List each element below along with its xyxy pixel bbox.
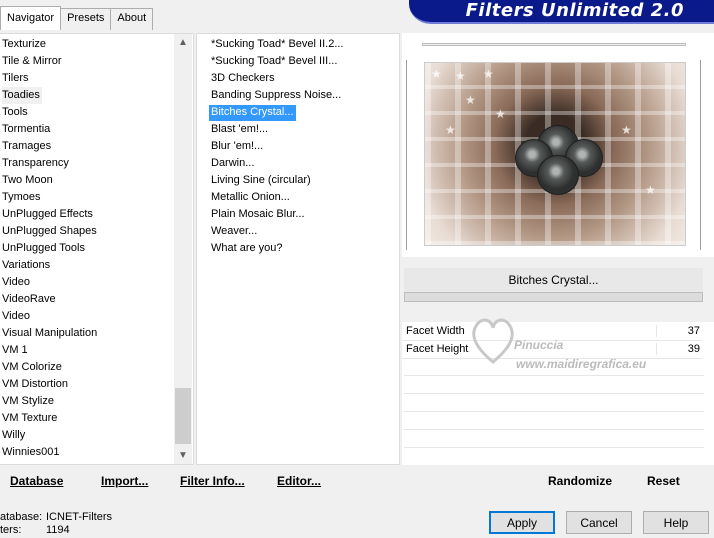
filter-item[interactable]: Weaver... xyxy=(209,224,259,240)
category-item[interactable]: VM Colorize xyxy=(2,359,64,376)
status-database: atabase: ICNET-Filters xyxy=(0,511,112,523)
star-icon: ★ xyxy=(455,69,466,83)
param-divider xyxy=(404,429,704,430)
param-divider xyxy=(404,393,704,394)
param-value[interactable]: 39 xyxy=(656,343,702,355)
disc-shape xyxy=(537,155,579,195)
category-item[interactable]: Willy xyxy=(2,427,27,444)
filter-item[interactable]: Plain Mosaic Blur... xyxy=(209,207,307,223)
filter-item[interactable]: What are you? xyxy=(209,241,285,257)
watermark-url: www.maidiregrafica.eu xyxy=(516,357,647,371)
category-item[interactable]: Winnies001 xyxy=(2,444,61,461)
category-item[interactable]: Texturize xyxy=(2,36,48,53)
reset-button[interactable]: Reset xyxy=(647,474,680,488)
scroll-up-icon[interactable]: ▲ xyxy=(174,34,192,51)
category-item[interactable]: VM Stylize xyxy=(2,393,56,410)
status-filters: ters: 1194 xyxy=(0,524,70,536)
param-divider xyxy=(404,411,704,412)
param-label: Facet Height xyxy=(406,343,469,355)
tab-navigator[interactable]: Navigator xyxy=(0,6,62,30)
watermark-name: Pinuccia xyxy=(514,338,564,352)
bottom-toolbar: Database Import... Filter Info... Editor… xyxy=(0,466,714,494)
category-scrollbar[interactable]: ▲ ▼ xyxy=(174,34,192,464)
category-item[interactable]: VideoRave xyxy=(2,291,58,308)
import-button[interactable]: Import... xyxy=(101,474,148,488)
param-label: Facet Width xyxy=(406,325,465,337)
help-button[interactable]: Help xyxy=(643,511,709,534)
star-icon: ★ xyxy=(465,93,476,107)
category-item[interactable]: Tilers xyxy=(2,70,30,87)
category-item[interactable]: UnPlugged Tools xyxy=(2,240,87,257)
category-item[interactable]: Visual Manipulation xyxy=(2,325,99,342)
status-database-label: atabase: xyxy=(0,511,43,523)
category-item[interactable]: Tile & Mirror xyxy=(2,53,63,70)
filter-item[interactable]: Darwin... xyxy=(209,156,256,172)
star-icon: ★ xyxy=(483,67,494,81)
filter-item[interactable]: *Sucking Toad* Bevel II.2... xyxy=(209,37,346,53)
cancel-button[interactable]: Cancel xyxy=(566,511,632,534)
filter-item[interactable]: Blast 'em!... xyxy=(209,122,270,138)
filter-item[interactable]: Living Sine (circular) xyxy=(209,173,313,189)
category-item[interactable]: Tools xyxy=(2,104,30,121)
tab-presets[interactable]: Presets xyxy=(60,8,112,30)
category-item[interactable]: VM Distortion xyxy=(2,376,70,393)
star-icon: ★ xyxy=(445,123,456,137)
filter-name-bar xyxy=(404,292,703,302)
status-filters-value: 1194 xyxy=(46,524,70,536)
title-banner: Filters Unlimited 2.0 xyxy=(409,0,714,24)
filter-item[interactable]: *Sucking Toad* Bevel III... xyxy=(209,54,339,70)
scroll-thumb[interactable] xyxy=(175,388,191,444)
star-icon: ★ xyxy=(645,183,656,197)
filter-item[interactable]: Metallic Onion... xyxy=(209,190,292,206)
scroll-down-icon[interactable]: ▼ xyxy=(174,447,192,464)
category-item[interactable]: Toadies xyxy=(2,87,42,104)
category-item[interactable]: Tormentia xyxy=(2,121,52,138)
filter-item[interactable]: Banding Suppress Noise... xyxy=(209,88,343,104)
filter-item[interactable]: Bitches Crystal... xyxy=(209,105,296,121)
filter-item[interactable]: Blur 'em!... xyxy=(209,139,265,155)
filter-list[interactable]: *Sucking Toad* Bevel II.2... *Sucking Toa… xyxy=(196,33,400,465)
star-icon: ★ xyxy=(431,67,442,81)
param-value[interactable]: 37 xyxy=(656,325,702,337)
category-item[interactable]: VM Texture xyxy=(2,410,59,427)
category-item[interactable]: UnPlugged Shapes xyxy=(2,223,99,240)
status-database-value: ICNET-Filters xyxy=(46,511,112,523)
category-item[interactable]: UnPlugged Effects xyxy=(2,206,95,223)
filter-info-button[interactable]: Filter Info... xyxy=(180,474,245,488)
apply-button[interactable]: Apply xyxy=(489,511,555,534)
randomize-button[interactable]: Randomize xyxy=(548,474,612,488)
star-icon: ★ xyxy=(495,107,506,121)
editor-button[interactable]: Editor... xyxy=(277,474,321,488)
category-list[interactable]: Texturize Tile & Mirror Tilers Toadies Tools… xyxy=(0,33,194,465)
preview-border-left xyxy=(406,60,407,250)
category-item[interactable]: Tymoes xyxy=(2,189,43,206)
tab-strip: Navigator Presets About xyxy=(0,6,154,30)
category-item[interactable]: VM 1 xyxy=(2,342,30,359)
category-item[interactable]: Video xyxy=(2,274,32,291)
param-divider xyxy=(404,447,704,448)
heart-watermark-icon xyxy=(472,318,514,364)
category-item[interactable]: Two Moon xyxy=(2,172,55,189)
star-icon: ★ xyxy=(621,123,632,137)
category-item[interactable]: Tramages xyxy=(2,138,53,155)
category-item[interactable]: Variations xyxy=(2,257,52,274)
preview-border-right xyxy=(700,60,701,250)
preview-image[interactable]: ★ ★ ★ ★ ★ ★ ★ ★ xyxy=(424,62,686,246)
app-title: Filters Unlimited 2.0 xyxy=(465,0,684,21)
filter-item[interactable]: 3D Checkers xyxy=(209,71,277,87)
filter-name-label: Bitches Crystal... xyxy=(404,268,703,292)
tab-about[interactable]: About xyxy=(110,8,154,30)
category-item[interactable]: Transparency xyxy=(2,155,71,172)
category-item[interactable]: Video xyxy=(2,308,32,325)
database-button[interactable]: Database xyxy=(10,474,63,488)
param-divider xyxy=(404,375,704,376)
status-filters-label: ters: xyxy=(0,524,22,536)
preview-slider[interactable] xyxy=(422,43,686,46)
